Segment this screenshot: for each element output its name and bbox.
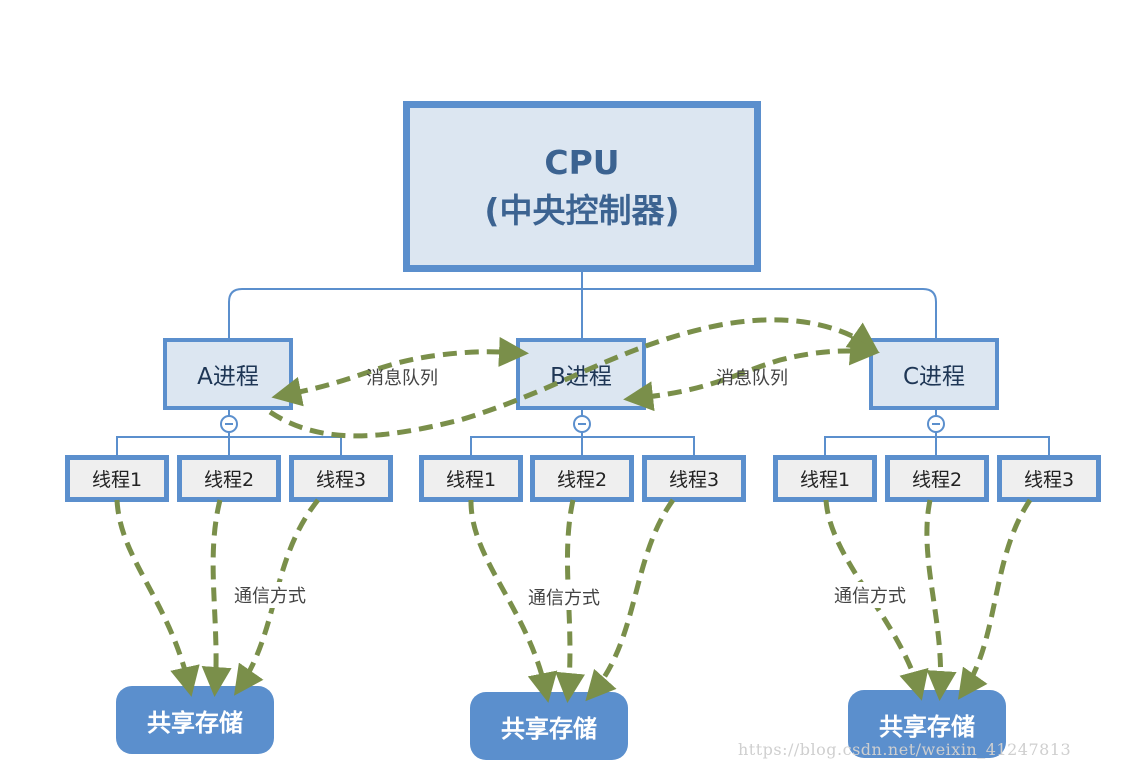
comm-arrow <box>957 498 1033 700</box>
message-queue-label: 消息队列 <box>716 368 788 389</box>
arrow-layer <box>114 317 1033 703</box>
watermark: https://blog.csdn.net/weixin_41247813 <box>738 740 1072 759</box>
message-queue-label: 消息队列 <box>366 368 438 389</box>
comm-method-label: 通信方式 <box>834 582 906 608</box>
comm-method-label: 通信方式 <box>234 582 306 608</box>
comm-arrow <box>924 499 957 701</box>
comm-arrow <box>585 498 676 702</box>
comm-arrow <box>201 499 232 697</box>
comm-method-label: 通信方式 <box>528 584 600 610</box>
comm-arrow <box>114 499 200 697</box>
diagram-canvas: CPU (中央控制器) A进程 B进程 C进程 线程1 线程2 线程3 线程1 … <box>0 0 1122 772</box>
